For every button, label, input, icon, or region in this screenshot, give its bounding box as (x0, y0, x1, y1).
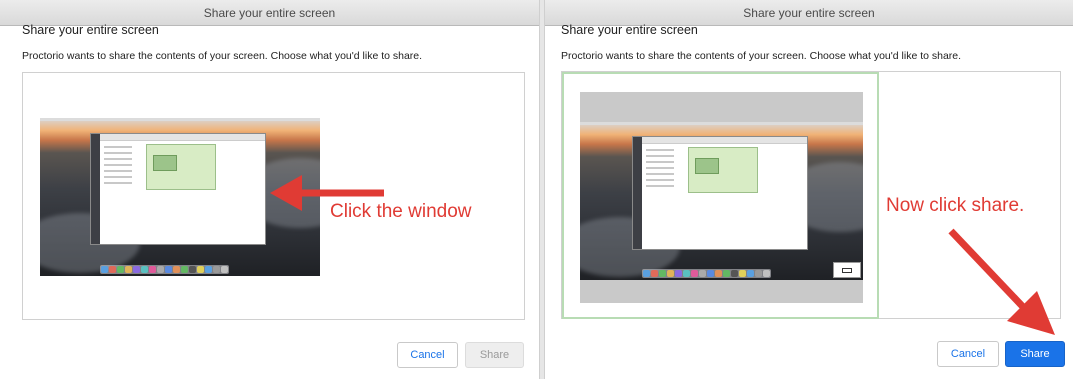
selected-screen-tile[interactable] (562, 72, 879, 319)
screen-thumbnail (580, 122, 863, 280)
annotation-text: Now click share. (886, 195, 1025, 216)
share-button-disabled[interactable]: Share (465, 342, 524, 368)
dialog-description: Proctorio wants to share the contents of… (561, 50, 962, 62)
browser-window-preview (632, 136, 808, 250)
desktop-preview (580, 122, 863, 280)
dialog-title: Share your entire screen (22, 23, 159, 37)
share-indicator-icon (833, 262, 861, 278)
dock (100, 265, 229, 274)
share-dialog-step-2: Share your entire screen Share your enti… (544, 0, 1073, 379)
annotation-text: Click the window (330, 201, 472, 222)
browser-window-preview (90, 133, 266, 245)
proctorio-popup-preview (146, 144, 216, 190)
dialog-description: Proctorio wants to share the contents of… (22, 50, 423, 62)
arrow-down-right-icon (948, 228, 1055, 335)
share-dialog-step-1: Share your entire screen Share your enti… (0, 0, 540, 379)
cancel-button[interactable]: Cancel (937, 341, 999, 367)
proctorio-popup-preview (688, 147, 758, 193)
share-button[interactable]: Share (1005, 341, 1065, 367)
dialog-title: Share your entire screen (561, 23, 698, 37)
cancel-button[interactable]: Cancel (397, 342, 458, 368)
dock (642, 269, 771, 278)
